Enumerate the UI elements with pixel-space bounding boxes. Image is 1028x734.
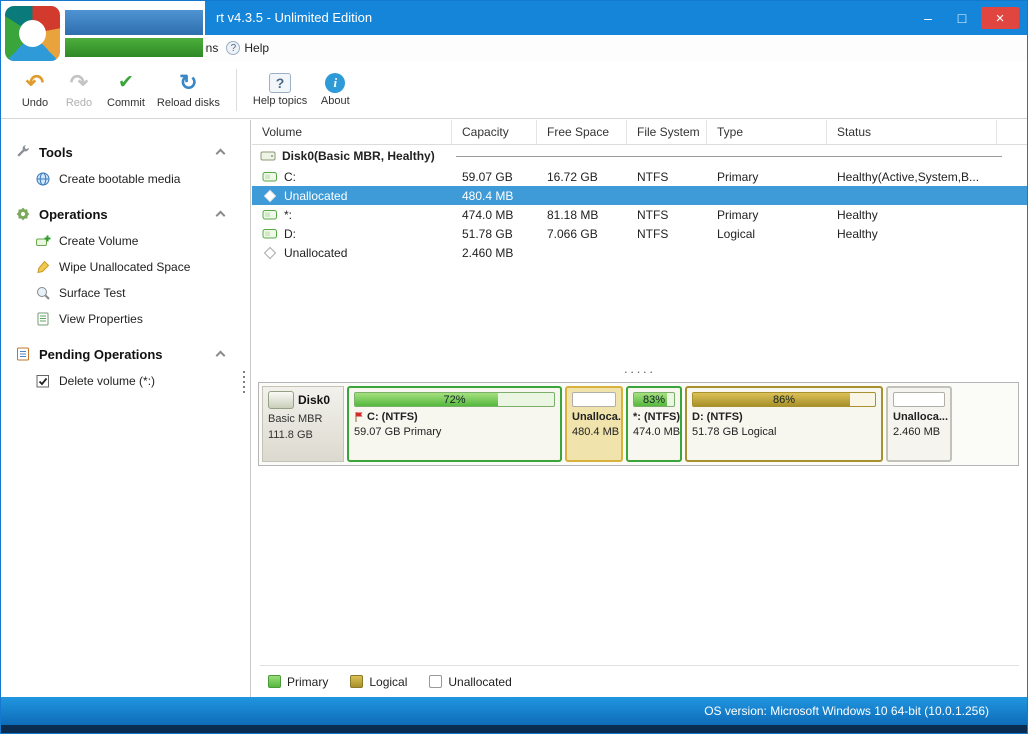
usage-bar: 83% [633,392,675,407]
diskmap-block-unallocated-2[interactable]: Unalloca... 2.460 MB [886,386,952,462]
chevron-up-icon [216,211,226,221]
disk-size: 111.8 GB [268,429,338,441]
app-logo [1,1,205,65]
chevron-up-icon [216,351,226,361]
partition-icon [262,169,278,185]
table-row-unallocated-selected[interactable]: Unallocated 480.4 MB [252,186,1027,205]
table-row-unallocated-2[interactable]: Unallocated 2.460 MB [252,243,1027,262]
table-header: Volume Capacity Free Space File System T… [252,120,1027,145]
sidebar-section-pending-operations[interactable]: Pending Operations [1,340,250,368]
legend-logical: Logical [350,675,407,689]
column-header-status[interactable]: Status [827,120,997,144]
column-header-free-space[interactable]: Free Space [537,120,627,144]
redo-button[interactable]: ↷ Redo [57,69,101,111]
volume-list-panel: Volume Capacity Free Space File System T… [252,120,1027,697]
unallocated-diamond-icon [262,188,278,204]
logo-banner [65,10,203,57]
minimize-button[interactable]: – [913,7,943,29]
undo-icon: ↶ [26,71,44,95]
toolbar-separator [236,69,237,111]
legend-primary-swatch [268,675,281,688]
help-topics-button[interactable]: ? Help topics [247,71,313,109]
magnifier-icon [35,285,51,301]
usage-bar [893,392,945,407]
sidebar-item-delete-volume[interactable]: Delete volume (*:) [1,368,250,394]
hard-drive-icon [268,391,294,409]
gear-icon [15,206,31,222]
maximize-button[interactable]: □ [947,7,977,29]
sidebar-item-create-volume[interactable]: Create Volume [1,228,250,254]
sidebar-item-wipe-unallocated-space[interactable]: Wipe Unallocated Space [1,254,250,280]
close-button[interactable]: × [981,7,1019,29]
panel-splitter[interactable]: ····· [252,364,1027,379]
sidebar-item-create-bootable-media[interactable]: Create bootable media [1,166,250,192]
create-volume-icon [35,233,51,249]
disk-map: Disk0 Basic MBR 111.8 GB 72% C: (NTFS) 5… [258,382,1019,466]
partition-icon [262,226,278,242]
app-window: rt v4.3.5 - Unlimited Edition – □ × ons … [0,0,1028,734]
commit-check-icon: ✔ [118,71,134,95]
usage-bar [572,392,616,407]
table-row-d[interactable]: D: 51.78 GB 7.066 GB NTFS Logical Health… [252,224,1027,243]
legend-logical-swatch [350,675,363,688]
table-row-star[interactable]: *: 474.0 MB 81.18 MB NTFS Primary Health… [252,205,1027,224]
group-divider-line [456,156,1002,157]
unallocated-diamond-icon [262,245,278,261]
legend-unallocated-swatch [429,675,442,688]
sidebar-item-view-properties[interactable]: View Properties [1,306,250,332]
disk-partition-table: Basic MBR [268,413,338,425]
window-title: rt v4.3.5 - Unlimited Edition [216,10,372,25]
logo-icon [5,6,60,61]
column-header-volume[interactable]: Volume [252,120,452,144]
chevron-up-icon [216,149,226,159]
disk-info-block[interactable]: Disk0 Basic MBR 111.8 GB [262,386,344,462]
window-bottom-edge [1,725,1027,733]
sidebar: Tools Create bootable media Operations C… [1,120,251,697]
sidebar-section-tools[interactable]: Tools [1,138,250,166]
table-row-c[interactable]: C: 59.07 GB 16.72 GB NTFS Primary Health… [252,167,1027,186]
properties-document-icon [35,311,51,327]
help-topics-icon: ? [269,73,291,93]
legend-unallocated: Unallocated [429,675,511,689]
flag-icon [354,411,364,423]
redo-icon: ↷ [70,71,88,95]
column-header-type[interactable]: Type [707,120,827,144]
globe-icon [35,171,51,187]
undo-button[interactable]: ↶ Undo [13,69,57,111]
column-header-capacity[interactable]: Capacity [452,120,537,144]
disk-group-row[interactable]: Disk0(Basic MBR, Healthy) [252,145,1027,167]
commit-button[interactable]: ✔ Commit [101,69,151,111]
diskmap-block-c[interactable]: 72% C: (NTFS) 59.07 GB Primary [347,386,562,462]
sidebar-splitter[interactable] [243,371,245,393]
wipe-brush-icon [35,259,51,275]
pending-list-icon [15,346,31,362]
help-question-icon: ? [226,41,240,55]
usage-bar: 72% [354,392,555,407]
partition-icon [262,207,278,223]
legend-primary: Primary [268,675,328,689]
diskmap-block-d[interactable]: 86% D: (NTFS) 51.78 GB Logical [685,386,883,462]
column-header-file-system[interactable]: File System [627,120,707,144]
menu-item-help[interactable]: ? Help [220,41,275,55]
diskmap-block-unallocated-selected[interactable]: Unalloca... 480.4 MB [565,386,623,462]
disk-icon [260,148,276,164]
reload-disks-button[interactable]: ↻ Reload disks [151,69,226,111]
about-button[interactable]: i About [313,71,357,109]
sidebar-section-operations[interactable]: Operations [1,200,250,228]
wrench-icon [15,144,31,160]
window-controls: – □ × [913,7,1019,29]
diskmap-block-star[interactable]: 83% *: (NTFS) 474.0 MB P. [626,386,682,462]
toolbar: ↶ Undo ↷ Redo ✔ Commit ↻ Reload disks ? … [1,61,1027,119]
checkbox-checked-icon [35,373,51,389]
logo-banner-green [65,38,203,57]
reload-icon: ↻ [179,71,197,95]
legend: Primary Logical Unallocated [260,665,1019,697]
usage-bar: 86% [692,392,876,407]
info-icon: i [325,73,345,93]
sidebar-item-surface-test[interactable]: Surface Test [1,280,250,306]
column-header-filler [997,120,1027,144]
os-version-text: OS version: Microsoft Windows 10 64-bit … [704,704,989,718]
status-bar: OS version: Microsoft Windows 10 64-bit … [1,697,1027,725]
logo-banner-blue [65,10,203,35]
